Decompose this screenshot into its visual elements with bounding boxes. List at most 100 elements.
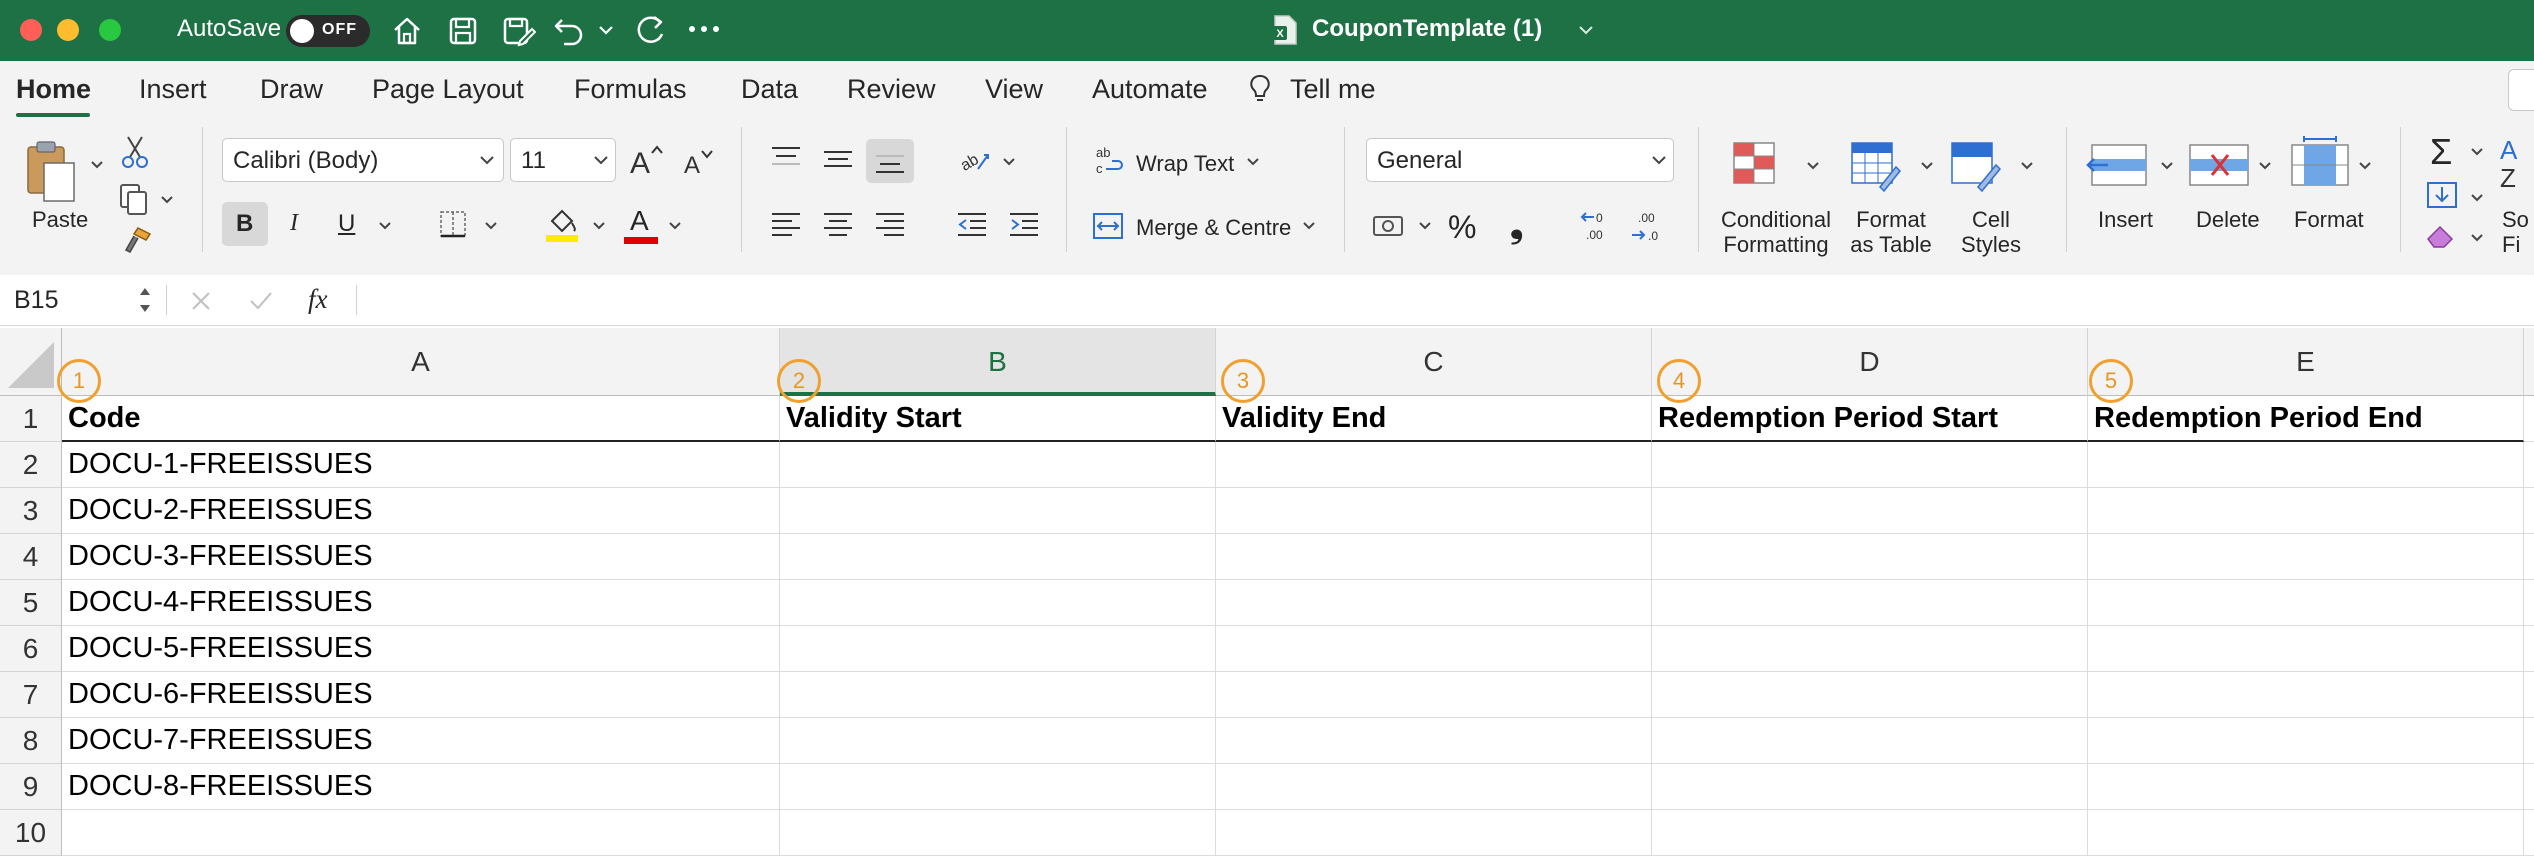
redo-icon[interactable] [632,12,668,48]
empty-cell[interactable] [1652,488,2088,534]
empty-cell[interactable] [1216,718,1652,764]
accounting-format-icon[interactable] [1372,211,1406,241]
format-as-table-chevron-icon[interactable] [1920,161,1934,171]
row-header[interactable]: 2 [0,442,62,488]
delete-chevron-icon[interactable] [2258,161,2272,171]
empty-cell[interactable] [1652,442,2088,488]
bold-button[interactable]: B [222,202,268,246]
empty-cell[interactable] [780,534,1216,580]
merge-centre-icon[interactable] [1092,211,1124,241]
merge-centre-chevron-icon[interactable] [1302,221,1316,231]
italic-button[interactable]: I [290,210,298,237]
tab-page-layout[interactable]: Page Layout [372,74,524,105]
empty-cell[interactable] [2088,442,2524,488]
empty-cell[interactable] [2088,626,2524,672]
empty-cell[interactable] [780,626,1216,672]
empty-cell[interactable] [2088,672,2524,718]
decrease-decimal-icon[interactable]: .00 .0 [1630,209,1666,245]
empty-cell[interactable] [780,442,1216,488]
column-header-a[interactable]: A [62,328,780,396]
insert-cells-icon[interactable] [2086,143,2150,187]
fill-chevron-icon[interactable] [2470,193,2484,203]
autosave-toggle[interactable]: OFF [286,15,370,47]
align-top-icon[interactable] [770,145,802,169]
undo-dropdown-chevron-icon[interactable] [598,24,614,36]
column-header-d[interactable]: D [1652,328,2088,396]
empty-cell[interactable] [780,672,1216,718]
paste-chevron-icon[interactable] [90,160,104,170]
increase-decimal-icon[interactable]: 0 .00 [1580,209,1616,245]
empty-cell[interactable] [1652,672,2088,718]
formula-input[interactable] [366,279,2526,321]
undo-icon[interactable] [552,12,588,48]
column-header-c[interactable]: C [1216,328,1652,396]
empty-cell[interactable] [780,488,1216,534]
increase-indent-icon[interactable] [1008,211,1040,237]
title-chevron-down-icon[interactable] [1578,24,1594,36]
autosum-chevron-icon[interactable] [2470,147,2484,157]
format-cells-button[interactable]: Format [2294,207,2364,233]
conditional-formatting-icon[interactable] [1732,141,1780,189]
delete-cells-button[interactable]: Delete [2196,207,2260,233]
tab-draw[interactable]: Draw [260,74,323,105]
conditional-formatting-button[interactable]: Conditional Formatting [1716,207,1836,257]
empty-cell[interactable] [1216,488,1652,534]
empty-cell[interactable] [1216,672,1652,718]
tab-automate[interactable]: Automate [1092,74,1208,105]
copy-icon[interactable] [118,182,152,216]
empty-cell[interactable] [1652,534,2088,580]
fill-color-chevron-icon[interactable] [592,221,606,231]
empty-cell[interactable] [2088,810,2524,856]
accounting-chevron-icon[interactable] [1418,221,1432,231]
more-commands-icon[interactable] [688,24,720,34]
empty-cell[interactable] [1216,810,1652,856]
wrap-text-chevron-icon[interactable] [1246,157,1260,167]
empty-cell[interactable] [2088,718,2524,764]
font-color-chevron-icon[interactable] [668,221,682,231]
cell-styles-chevron-icon[interactable] [2020,161,2034,171]
empty-cell[interactable] [2524,718,2534,764]
tab-review[interactable]: Review [847,74,936,105]
cut-scissors-icon[interactable] [120,135,150,169]
tab-formulas[interactable]: Formulas [574,74,687,105]
clear-eraser-icon[interactable] [2424,221,2458,251]
cell-styles-icon[interactable] [1950,141,2002,193]
align-left-icon[interactable] [770,211,802,237]
empty-cell[interactable] [1652,580,2088,626]
code-cell[interactable]: DOCU-2-FREEISSUES [62,488,780,534]
column-header-b[interactable]: B [780,328,1216,396]
conditional-formatting-chevron-icon[interactable] [1806,161,1820,171]
align-middle-icon[interactable] [822,147,854,171]
row-header[interactable]: 5 [0,580,62,626]
tab-view[interactable]: View [985,74,1043,105]
empty-cell[interactable] [2088,488,2524,534]
cancel-entry-icon[interactable] [190,290,212,312]
row-header[interactable]: 9 [0,764,62,810]
empty-cell[interactable] [1216,580,1652,626]
column-header-e[interactable]: E [2088,328,2524,396]
fill-down-icon[interactable] [2426,179,2460,209]
code-cell[interactable]: DOCU-6-FREEISSUES [62,672,780,718]
name-box-stepper-icon[interactable] [138,283,152,317]
empty-cell[interactable] [2524,672,2534,718]
format-cells-icon[interactable] [2290,135,2350,187]
format-cells-chevron-icon[interactable] [2358,161,2372,171]
underline-chevron-icon[interactable] [378,221,392,231]
header-cell[interactable]: Validity End [1216,396,1652,442]
empty-cell[interactable] [2524,810,2534,856]
empty-cell[interactable] [2088,580,2524,626]
empty-cell[interactable] [780,810,1216,856]
code-cell[interactable]: DOCU-1-FREEISSUES [62,442,780,488]
font-size-select[interactable]: 11 [510,138,616,182]
empty-cell[interactable] [2088,534,2524,580]
sort-filter-icon[interactable]: A Z [2500,137,2534,193]
name-box[interactable]: B15 [0,275,160,325]
merge-centre-button[interactable]: Merge & Centre [1136,215,1291,241]
decrease-font-size-icon[interactable]: A [682,147,714,177]
format-painter-icon[interactable] [120,224,154,258]
empty-cell[interactable] [2524,626,2534,672]
empty-cell[interactable] [2524,396,2534,442]
tab-data[interactable]: Data [741,74,798,105]
font-color-button[interactable]: A [624,205,658,245]
close-window-button[interactable] [20,19,42,41]
